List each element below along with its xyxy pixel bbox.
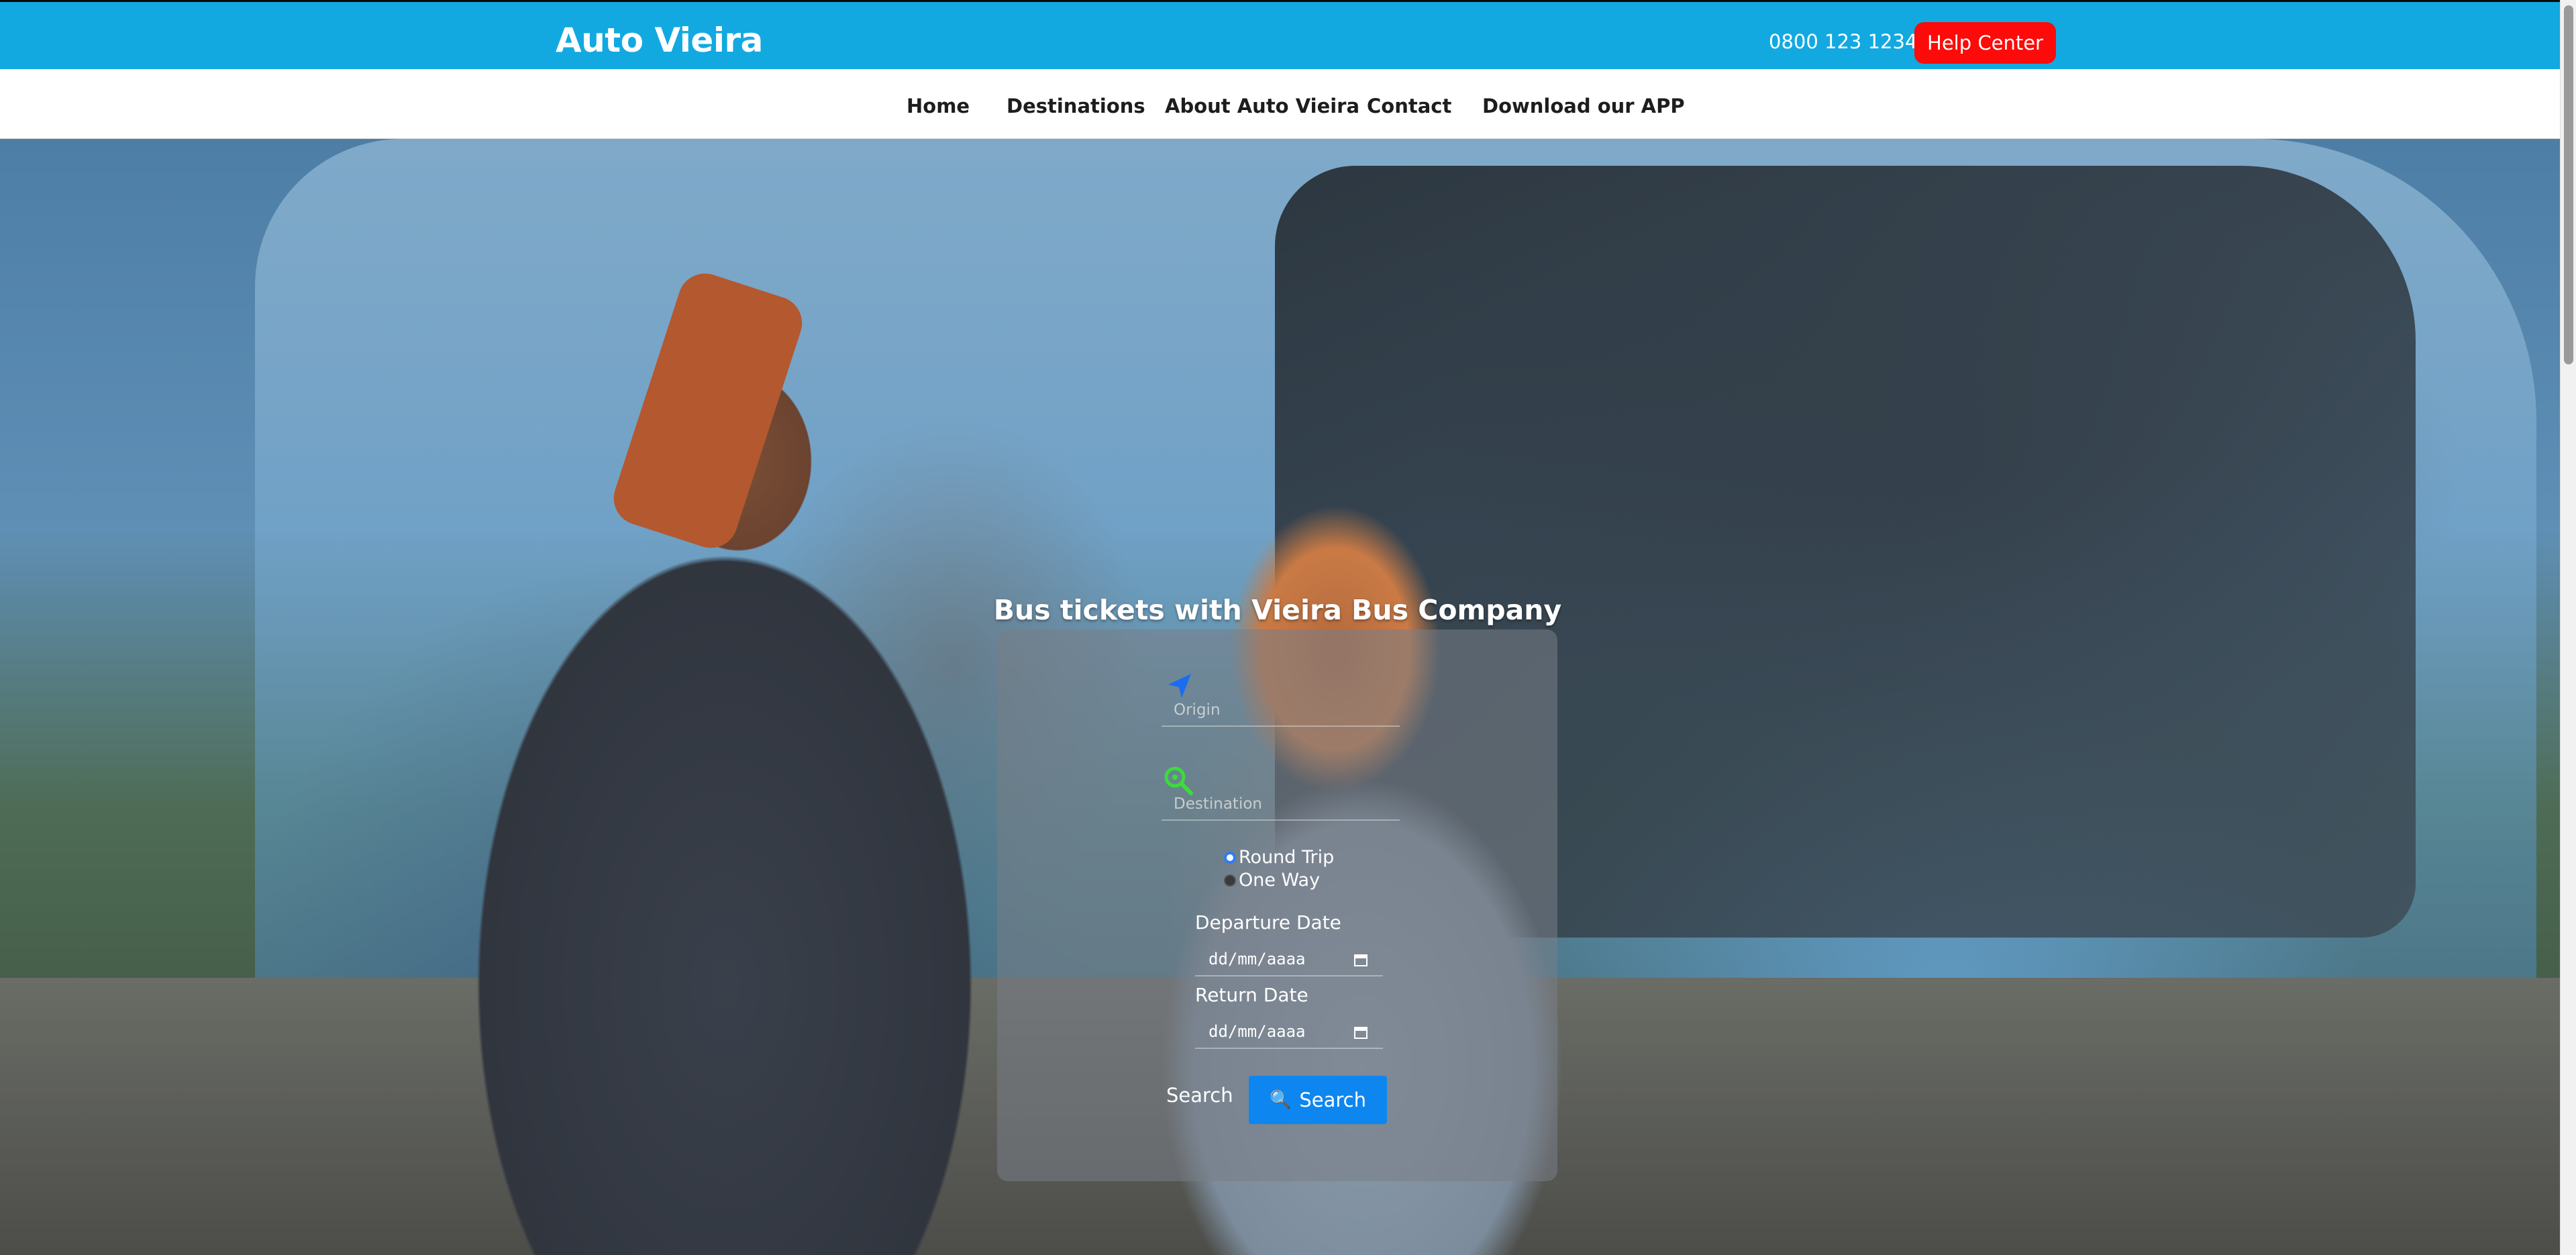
brand-logo[interactable]: Auto Vieira xyxy=(556,21,763,60)
nav-item-download-app[interactable]: Download our APP xyxy=(1482,95,1685,117)
nav-item-home[interactable]: Home xyxy=(907,95,970,117)
main-nav: Home Destinations About Auto Vieira Cont… xyxy=(0,69,2560,139)
trip-round-option[interactable]: Round Trip xyxy=(1224,847,1334,868)
trip-one-way-option[interactable]: One Way xyxy=(1224,870,1320,891)
departure-date-input[interactable]: dd/mm/aaaa xyxy=(1195,943,1383,976)
origin-field[interactable]: Origin xyxy=(1162,663,1400,727)
search-text-label: Search xyxy=(1166,1084,1233,1107)
round-trip-label: Round Trip xyxy=(1239,847,1335,868)
nav-item-about[interactable]: About Auto Vieira xyxy=(1165,95,1359,117)
destination-field[interactable]: Destination xyxy=(1162,757,1400,821)
one-way-label: One Way xyxy=(1239,870,1321,891)
help-center-button[interactable]: Help Center xyxy=(1914,22,2056,64)
return-date-label: Return Date xyxy=(1195,984,1308,1006)
nav-item-destinations[interactable]: Destinations xyxy=(1007,95,1145,117)
nav-item-contact[interactable]: Contact xyxy=(1367,95,1451,117)
page-scrollbar[interactable] xyxy=(2560,0,2576,1255)
return-date-placeholder: dd/mm/aaaa xyxy=(1208,1022,1306,1041)
top-bar: Auto Vieira 0800 123 1234 Help Center xyxy=(0,0,2560,69)
search-location-icon xyxy=(1162,764,1195,797)
scrollbar-thumb[interactable] xyxy=(2564,5,2573,364)
hero-title: Bus tickets with Vieira Bus Company xyxy=(993,594,1562,626)
departure-date-label: Departure Date xyxy=(1195,911,1341,934)
return-date-input[interactable]: dd/mm/aaaa xyxy=(1195,1015,1383,1049)
calendar-icon[interactable] xyxy=(1353,952,1368,967)
search-button[interactable]: 🔍 Search xyxy=(1249,1076,1387,1124)
origin-placeholder: Origin xyxy=(1174,701,1221,719)
booking-panel: Origin Destination Round Trip One Way De… xyxy=(997,630,1557,1181)
navigation-arrow-icon xyxy=(1162,670,1195,703)
destination-placeholder: Destination xyxy=(1174,795,1262,813)
radio-selected-icon[interactable] xyxy=(1224,851,1236,864)
search-button-label: Search xyxy=(1299,1089,1366,1111)
departure-date-placeholder: dd/mm/aaaa xyxy=(1208,950,1306,968)
magnifier-icon: 🔍 xyxy=(1269,1090,1292,1110)
radio-unselected-icon[interactable] xyxy=(1224,874,1236,887)
calendar-icon[interactable] xyxy=(1353,1025,1368,1040)
phone-number: 0800 123 1234 xyxy=(1769,30,1918,53)
